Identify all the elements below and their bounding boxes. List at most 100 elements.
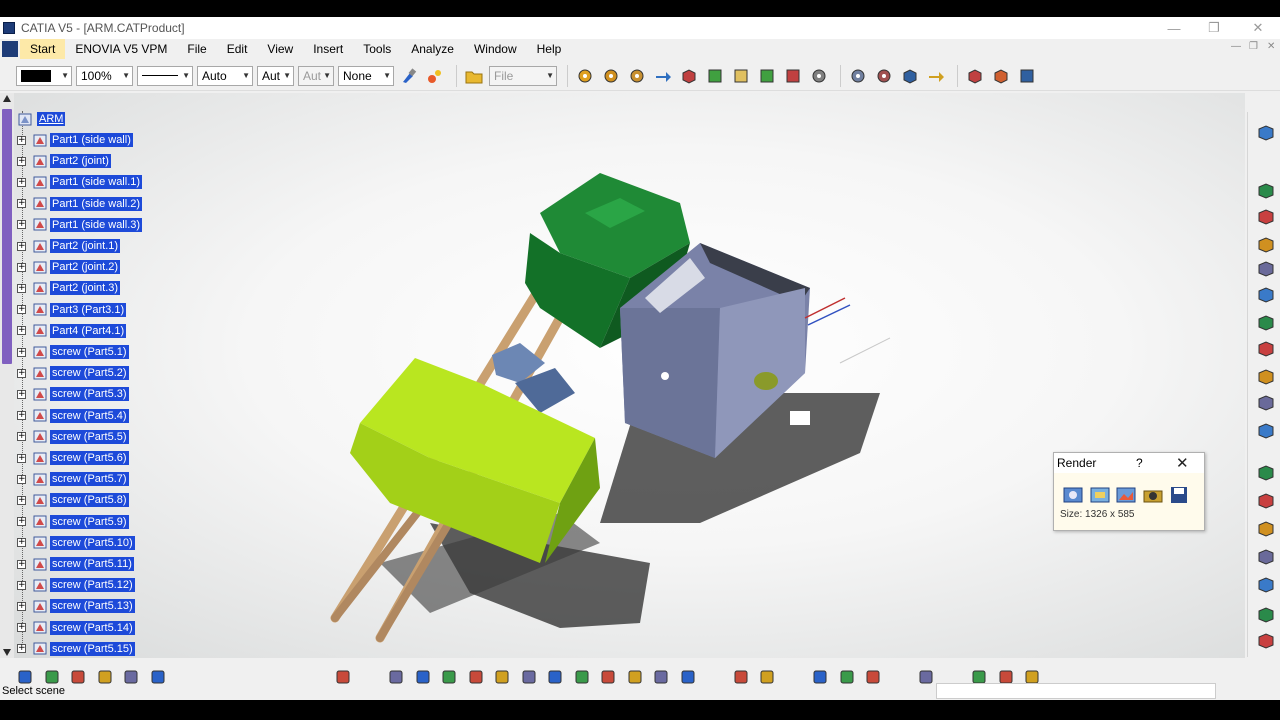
tree-item[interactable]: + Part3 (Part3.1) <box>17 301 127 319</box>
ruler-icon[interactable] <box>1256 464 1276 482</box>
expand-plus-icon[interactable]: + <box>17 601 26 611</box>
catia-system-menu-icon[interactable] <box>2 41 18 57</box>
save-icon[interactable] <box>1168 484 1190 506</box>
tree-item[interactable]: + screw (Part5.1) <box>17 343 129 361</box>
expand-plus-icon[interactable]: + <box>17 411 26 421</box>
expand-plus-icon[interactable]: + <box>17 538 26 548</box>
expand-plus-icon[interactable]: + <box>17 580 26 590</box>
environment-icon[interactable] <box>1256 520 1276 538</box>
animation-icon[interactable] <box>1256 422 1276 440</box>
paint-brush-icon[interactable] <box>424 65 446 87</box>
doc-close-icon[interactable]: ✕ <box>1267 41 1275 52</box>
smart-move-icon[interactable] <box>873 65 895 87</box>
tree-item[interactable]: + screw (Part5.4) <box>17 407 129 425</box>
scene-icon[interactable] <box>1256 394 1276 412</box>
expand-plus-icon[interactable]: + <box>17 474 26 484</box>
render-camera-icon[interactable] <box>1142 484 1164 506</box>
3d-viewport[interactable]: ARM + Part1 (side wall) + Part2 (joint) + Par… <box>0 93 1245 658</box>
scroll-down-arrow-icon[interactable] <box>3 649 11 656</box>
tree-item[interactable]: + screw (Part5.7) <box>17 470 129 488</box>
expand-plus-icon[interactable]: + <box>17 368 26 378</box>
rotate-icon[interactable] <box>1256 368 1276 386</box>
menu-enovia[interactable]: ENOVIA V5 VPM <box>65 39 177 59</box>
layer-combo[interactable]: Aut ▼ <box>257 65 294 86</box>
expand-plus-icon[interactable]: + <box>17 262 26 272</box>
camera-icon[interactable] <box>1256 606 1276 624</box>
sketch-icon[interactable] <box>1256 182 1276 200</box>
expand-plus-icon[interactable]: + <box>17 135 26 145</box>
assembly-gear-icon[interactable] <box>574 65 596 87</box>
open-folder-icon[interactable] <box>463 65 485 87</box>
render-shooting-icon[interactable] <box>1062 484 1084 506</box>
menu-analyze[interactable]: Analyze <box>401 39 464 59</box>
tree-item[interactable]: + screw (Part5.9) <box>17 513 129 531</box>
fast-instantiate-icon[interactable] <box>756 65 778 87</box>
expand-plus-icon[interactable]: + <box>17 517 26 527</box>
tree-item[interactable]: + screw (Part5.3) <box>17 385 129 403</box>
expand-plus-icon[interactable]: + <box>17 432 26 442</box>
video-icon[interactable] <box>1256 548 1276 566</box>
coincidence-constraint-icon[interactable] <box>964 65 986 87</box>
tree-item[interactable]: + screw (Part5.5) <box>17 428 129 446</box>
part-gear-icon[interactable] <box>626 65 648 87</box>
menu-help[interactable]: Help <box>527 39 572 59</box>
expand-plus-icon[interactable]: + <box>17 305 26 315</box>
tree-item[interactable]: + screw (Part5.10) <box>17 534 135 552</box>
tree-item[interactable]: + Part4 (Part4.1) <box>17 322 127 340</box>
stop-manipulate-icon[interactable] <box>925 65 947 87</box>
offset-constraint-icon[interactable] <box>1016 65 1038 87</box>
menu-insert[interactable]: Insert <box>303 39 353 59</box>
minimize-button[interactable]: — <box>1152 17 1196 39</box>
render-image-icon[interactable] <box>1115 484 1137 506</box>
cube-icon[interactable] <box>1256 208 1276 226</box>
tree-item[interactable]: + Part2 (joint) <box>17 152 111 170</box>
scroll-thumb[interactable] <box>2 109 12 364</box>
multi-instantiate-icon[interactable] <box>730 65 752 87</box>
close-button[interactable]: ✕ <box>1236 17 1280 39</box>
contact-constraint-icon[interactable] <box>990 65 1012 87</box>
measure-icon[interactable] <box>1256 314 1276 332</box>
insert-existing-icon[interactable] <box>652 65 674 87</box>
expand-plus-icon[interactable]: + <box>17 326 26 336</box>
expand-plus-icon[interactable]: + <box>17 177 26 187</box>
color-combo[interactable]: ▼ <box>16 65 72 86</box>
expand-plus-icon[interactable]: + <box>17 389 26 399</box>
catalog-icon[interactable] <box>1256 340 1276 358</box>
render-settings-icon[interactable] <box>1089 484 1111 506</box>
tree-item[interactable]: + Part1 (side wall.2) <box>17 195 143 213</box>
close-icon[interactable]: ✕ <box>1176 454 1189 472</box>
menu-window[interactable]: Window <box>464 39 527 59</box>
shaft-icon[interactable] <box>1256 632 1276 650</box>
tools-icon[interactable] <box>1256 286 1276 304</box>
expand-plus-icon[interactable]: + <box>17 156 26 166</box>
command-input[interactable] <box>936 683 1216 699</box>
menu-view[interactable]: View <box>257 39 303 59</box>
tree-item[interactable]: + Part1 (side wall.3) <box>17 216 143 234</box>
pattern-combo[interactable]: None ▼ <box>338 65 394 86</box>
expand-plus-icon[interactable]: + <box>17 347 26 357</box>
tree-item[interactable]: + screw (Part5.13) <box>17 597 135 615</box>
tree-item[interactable]: + Part1 (side wall.1) <box>17 173 143 191</box>
doc-restore-icon[interactable]: ❐ <box>1249 41 1258 52</box>
explode-icon[interactable] <box>899 65 921 87</box>
tree-root[interactable]: ARM <box>17 110 66 128</box>
expand-plus-icon[interactable]: + <box>17 220 26 230</box>
expand-plus-icon[interactable]: + <box>17 644 26 654</box>
graph-tree-icon[interactable] <box>704 65 726 87</box>
tree-item[interactable]: + screw (Part5.8) <box>17 491 129 509</box>
snap-icon[interactable] <box>847 65 869 87</box>
expand-plus-icon[interactable]: + <box>17 559 26 569</box>
light-icon[interactable] <box>1256 576 1276 594</box>
tree-item[interactable]: + screw (Part5.6) <box>17 449 129 467</box>
specification-tree[interactable]: ARM + Part1 (side wall) + Part2 (joint) + Par… <box>0 93 240 658</box>
help-icon[interactable]: ? <box>1136 456 1143 470</box>
tree-scrollbar[interactable] <box>0 93 14 658</box>
expand-plus-icon[interactable]: + <box>17 241 26 251</box>
zoom-combo[interactable]: 100% ▼ <box>76 65 133 86</box>
thickness-combo[interactable]: Auto ▼ <box>197 65 253 86</box>
tree-item[interactable]: + screw (Part5.2) <box>17 364 129 382</box>
assembly-constraint-icon[interactable] <box>1256 236 1276 254</box>
menu-edit[interactable]: Edit <box>217 39 258 59</box>
tree-item[interactable]: + screw (Part5.15) <box>17 640 135 658</box>
painter-icon[interactable] <box>398 65 420 87</box>
